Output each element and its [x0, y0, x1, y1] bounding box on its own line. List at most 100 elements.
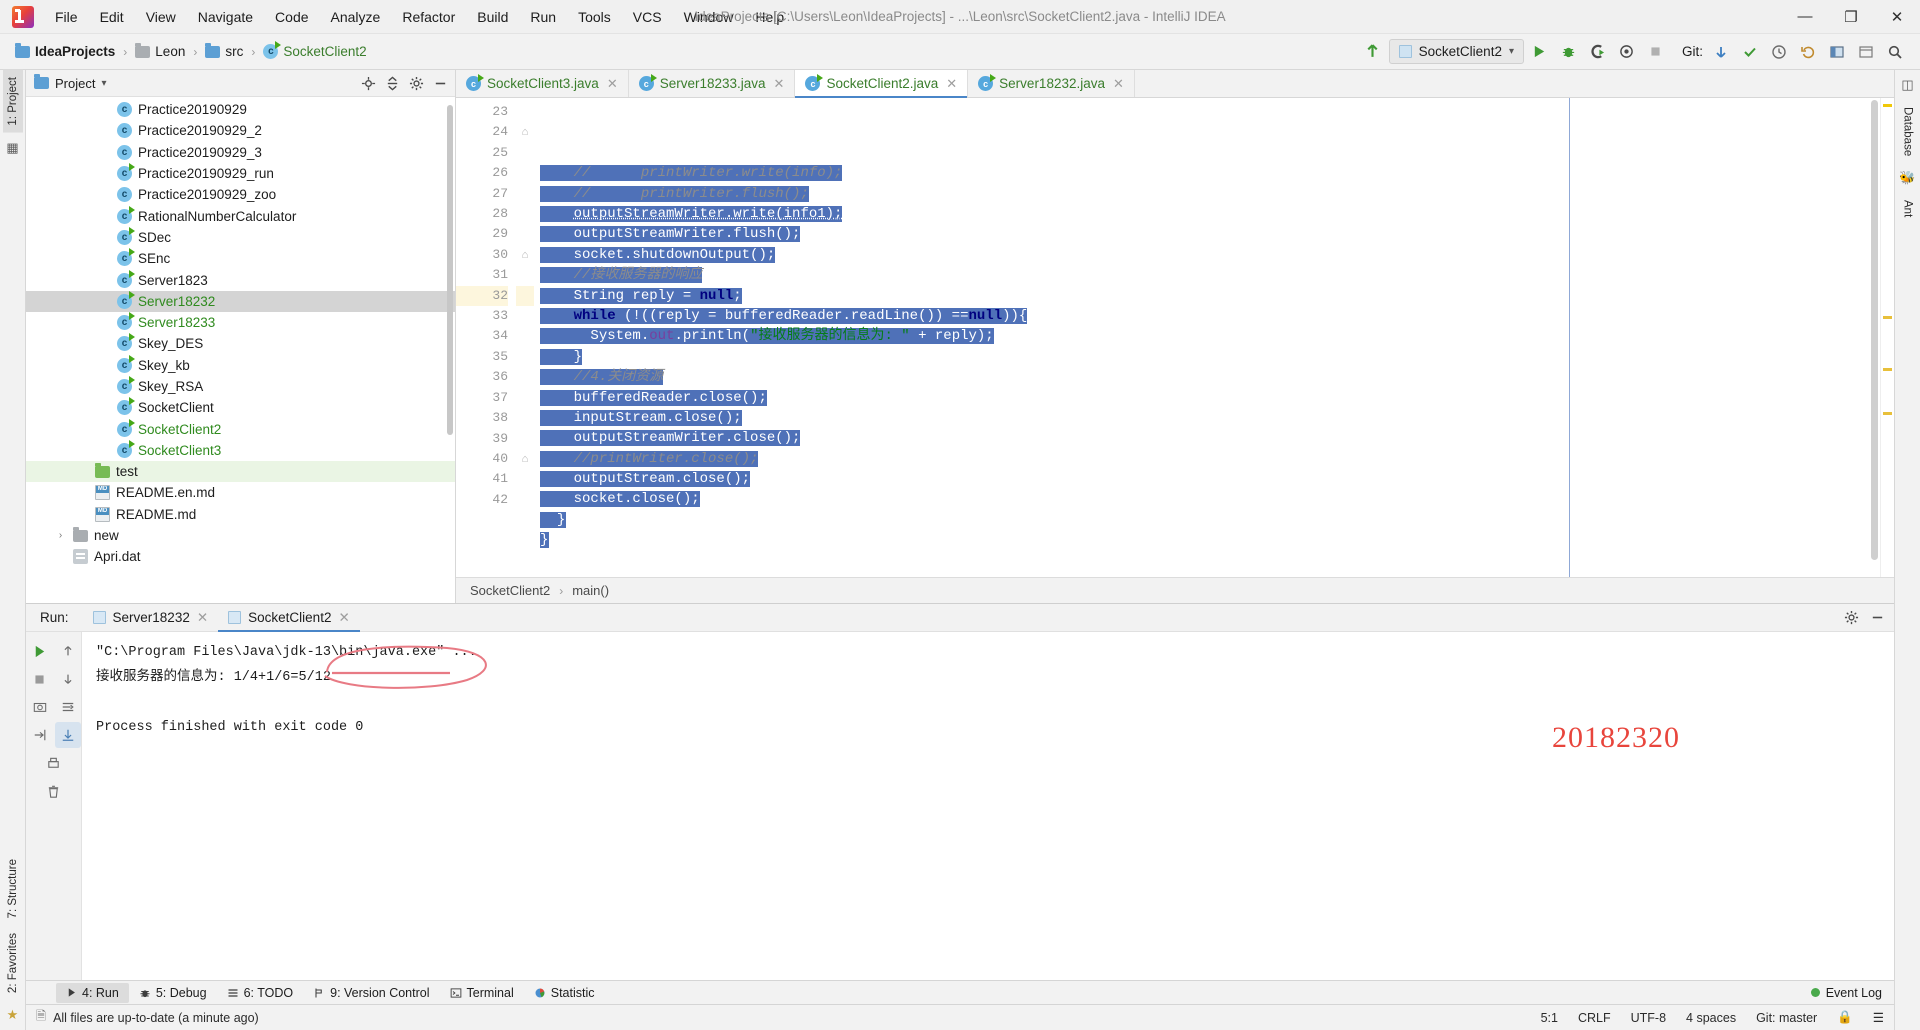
bottom-tab-statistic[interactable]: Statistic [524, 983, 605, 1003]
tree-item-socketclient[interactable]: c SocketClient [26, 397, 455, 418]
bottom-tab-run[interactable]: 4: Run [56, 982, 129, 1003]
menu-edit[interactable]: Edit [89, 4, 135, 30]
code-line[interactable]: } [534, 530, 1880, 550]
tree-item-socketclient3[interactable]: c SocketClient3 [26, 439, 455, 461]
stripe-warning-mark[interactable] [1883, 412, 1892, 415]
sidebar-item-project[interactable]: 1: Project [2, 70, 23, 133]
code-line[interactable]: // printWriter.flush(); [534, 184, 1880, 204]
code-line[interactable]: String reply = null; [534, 286, 1880, 306]
chevron-right-icon[interactable]: › [54, 530, 67, 541]
bottom-tab-debug[interactable]: 5: Debug [129, 983, 217, 1003]
menu-navigate[interactable]: Navigate [187, 4, 264, 30]
close-tab-icon[interactable]: ✕ [607, 76, 618, 92]
close-run-tab-icon[interactable]: ✕ [338, 610, 349, 626]
sidebar-item-ant[interactable]: Ant [1898, 193, 1918, 224]
tree-item-senc[interactable]: c SEnc [26, 248, 455, 269]
code-content[interactable]: // printWriter.write(info); // printWrit… [534, 98, 1880, 577]
undo-icon[interactable] [1795, 39, 1821, 65]
run-icon[interactable] [1527, 39, 1553, 65]
editor-scrollbar[interactable] [1871, 100, 1878, 560]
close-tab-icon[interactable]: ✕ [946, 76, 957, 92]
debug-icon[interactable] [1556, 39, 1582, 65]
git-update-icon[interactable] [1708, 39, 1734, 65]
editor-tab-server18233[interactable]: c Server18233.java ✕ [629, 70, 796, 97]
editor-fold-column[interactable]: ⌂ ⌂ ⌂ [516, 98, 534, 577]
editor-tab-socketclient3[interactable]: c SocketClient3.java ✕ [456, 70, 629, 97]
sidebar-item-database[interactable]: Database [1898, 100, 1918, 163]
code-fold-marker[interactable]: ⌂ [516, 449, 534, 469]
code-line[interactable]: socket.shutdownOutput(); [534, 245, 1880, 265]
layout-icon[interactable] [1824, 39, 1850, 65]
run-configuration-selector[interactable]: SocketClient2 ▾ [1388, 39, 1524, 64]
code-line[interactable]: outputStreamWriter.write(info1); [534, 204, 1880, 224]
run-with-coverage-icon[interactable] [1585, 39, 1611, 65]
code-line[interactable]: socket.close(); [534, 489, 1880, 509]
code-line[interactable]: outputStreamWriter.flush(); [534, 224, 1880, 244]
menu-tools[interactable]: Tools [567, 4, 622, 30]
stripe-warning-mark[interactable] [1883, 316, 1892, 319]
menu-analyze[interactable]: Analyze [320, 4, 392, 30]
import-icon[interactable] [27, 722, 53, 748]
tree-item-readme-en-md[interactable]: MD README.en.md [26, 482, 455, 503]
tree-item-server18233[interactable]: c Server18233 [26, 312, 455, 333]
close-tab-icon[interactable]: ✕ [1113, 76, 1124, 92]
menu-refactor[interactable]: Refactor [391, 4, 466, 30]
code-line[interactable]: while (!((reply = bufferedReader.readLin… [534, 306, 1880, 326]
sidebar-item-structure[interactable]: 7: Structure [3, 852, 23, 925]
breadcrumb-item-ideaprojects[interactable]: IdeaProjects [10, 41, 120, 62]
editor-tab-socketclient2[interactable]: c SocketClient2.java ✕ [795, 70, 969, 98]
collapse-all-icon[interactable] [381, 72, 403, 94]
hide-icon[interactable] [429, 72, 451, 94]
stop-icon[interactable] [27, 666, 53, 692]
tree-item-apri-dat[interactable]: Apri.dat [26, 546, 455, 567]
git-history-icon[interactable] [1766, 39, 1792, 65]
code-line[interactable]: bufferedReader.close(); [534, 388, 1880, 408]
print-icon[interactable] [41, 750, 67, 776]
indent-setting[interactable]: 4 spaces [1686, 1011, 1736, 1025]
build-icon[interactable] [1360, 39, 1386, 65]
scroll-up-icon[interactable] [55, 638, 81, 664]
stripe-warning-mark[interactable] [1883, 368, 1892, 371]
code-line[interactable]: inputStream.close(); [534, 408, 1880, 428]
tree-item-skey-rsa[interactable]: c Skey_RSA [26, 376, 455, 397]
console-output[interactable]: 20182320 "C:\Program Files\Java\jdk-13\b… [82, 632, 1894, 980]
trash-icon[interactable] [41, 778, 67, 804]
breadcrumb-method[interactable]: main() [572, 583, 609, 598]
code-line[interactable]: //printWriter.close(); [534, 449, 1880, 469]
soft-wrap-icon[interactable] [55, 694, 81, 720]
editor-viewport[interactable]: 23 24 25 26 27 28 29 30 31 32 33 34 35 36 37 38 39 40 41 42… [456, 98, 1894, 577]
minimize-button[interactable]: — [1782, 0, 1828, 34]
code-line[interactable]: // printWriter.write(info); [534, 163, 1880, 183]
scroll-down-icon[interactable] [55, 666, 81, 692]
ide-settings-icon[interactable] [1853, 39, 1879, 65]
menu-vcs[interactable]: VCS [622, 4, 673, 30]
code-line[interactable]: System.out.println("接收服务器的信息为: " + reply… [534, 326, 1880, 346]
tree-item-practice20190929-run[interactable]: c Practice20190929_run [26, 163, 455, 184]
tree-item-server18232[interactable]: c Server18232 [26, 290, 455, 312]
profile-icon[interactable] [1614, 39, 1640, 65]
code-line[interactable]: } [534, 510, 1880, 530]
file-encoding[interactable]: UTF-8 [1631, 1011, 1666, 1025]
caret-position[interactable]: 5:1 [1541, 1011, 1558, 1025]
memory-indicator[interactable]: ☰ [1873, 1010, 1884, 1025]
menu-help[interactable]: Help [744, 4, 795, 30]
breadcrumb-item-leon[interactable]: Leon [130, 41, 190, 62]
tree-item-readme-md[interactable]: MD README.md [26, 504, 455, 525]
rerun-icon[interactable] [27, 638, 53, 664]
tree-item-practice20190929-3[interactable]: c Practice20190929_3 [26, 142, 455, 163]
favorites-star-icon[interactable]: ★ [7, 1007, 19, 1023]
error-stripe-gutter[interactable] [1880, 98, 1894, 577]
bottom-tab-terminal[interactable]: Terminal [440, 983, 524, 1003]
code-line[interactable]: outputStream.close(); [534, 469, 1880, 489]
project-tree[interactable]: c Practice20190929 c Practice20190929_2 c Pra… [26, 97, 455, 603]
menu-build[interactable]: Build [466, 4, 519, 30]
code-fold-marker[interactable]: ⌂ [516, 122, 534, 142]
structure-panel-icon[interactable]: ▦ [6, 140, 18, 156]
run-tab-socketclient2[interactable]: SocketClient2 ✕ [218, 604, 360, 632]
breadcrumb-item-src[interactable]: src [200, 41, 248, 62]
menu-file[interactable]: File [44, 4, 89, 30]
menu-code[interactable]: Code [264, 4, 319, 30]
code-line[interactable] [534, 551, 1880, 571]
event-log-label[interactable]: Event Log [1826, 986, 1882, 1000]
editor-tab-server18232[interactable]: c Server18232.java ✕ [968, 70, 1135, 97]
